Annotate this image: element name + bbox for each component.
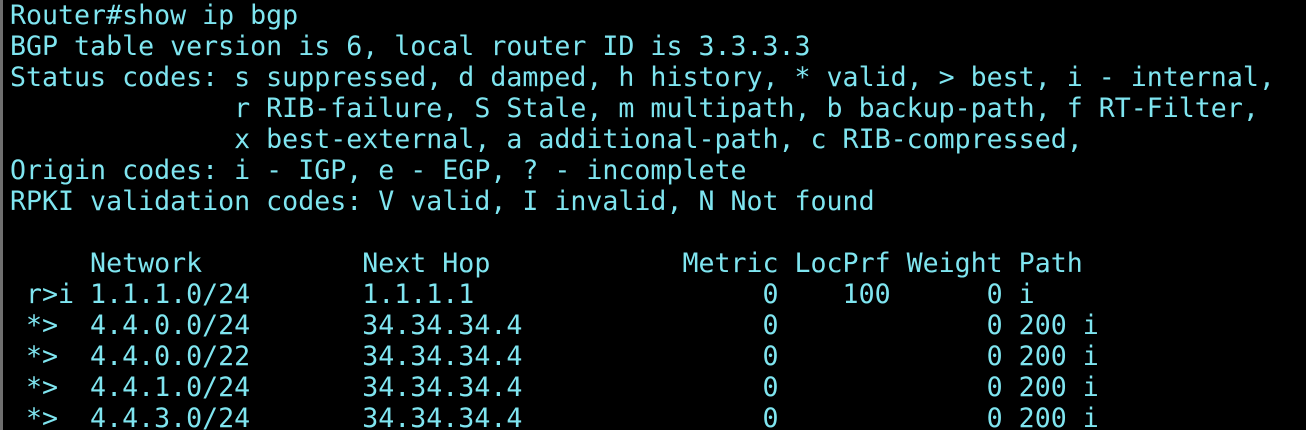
table-row: *> 4.4.3.0/24 34.34.34.4 0 0 200 i [10,403,1099,430]
command-line: Router#show ip bgp [10,0,299,31]
table-row: r>i 1.1.1.0/24 1.1.1.1 0 100 0 i [10,279,1035,310]
status-codes-line: x best-external, a additional-path, c RI… [10,124,1083,155]
table-header: Network Next Hop Metric LocPrf Weight Pa… [10,248,1083,279]
table-row: *> 4.4.0.0/24 34.34.34.4 0 0 200 i [10,310,1099,341]
status-codes-line: Status codes: s suppressed, d damped, h … [10,62,1275,93]
table-row: *> 4.4.0.0/22 34.34.34.4 0 0 200 i [10,341,1099,372]
terminal-output: Router#show ip bgp BGP table version is … [10,0,1275,430]
table-row: *> 4.4.1.0/24 34.34.34.4 0 0 200 i [10,372,1099,403]
table-version-line: BGP table version is 6, local router ID … [10,31,811,62]
status-codes-line: r RIB-failure, S Stale, m multipath, b b… [10,93,1259,124]
origin-codes-line: Origin codes: i - IGP, e - EGP, ? - inco… [10,155,747,186]
rpki-codes-line: RPKI validation codes: V valid, I invali… [10,186,875,217]
terminal-window[interactable]: Router#show ip bgp BGP table version is … [0,0,1306,430]
